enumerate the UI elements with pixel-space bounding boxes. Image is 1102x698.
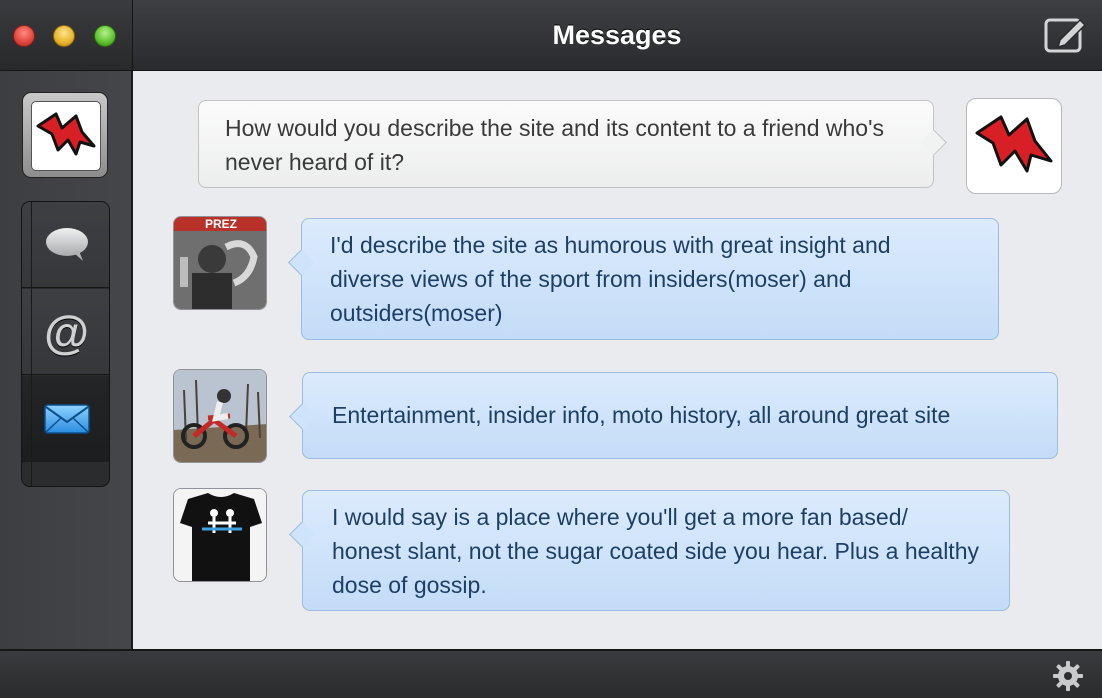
at-sign-icon: @ [44, 305, 89, 358]
avatar-photo: PREZ [174, 217, 266, 309]
bolt-logo-icon [975, 115, 1053, 173]
sidebar-item-mentions[interactable]: @ [22, 289, 109, 375]
message-list[interactable]: How would you describe the site and its … [133, 71, 1102, 649]
compose-icon[interactable] [1044, 16, 1088, 54]
account-button[interactable] [22, 92, 108, 178]
zoom-button[interactable] [94, 25, 116, 47]
gear-icon[interactable] [1052, 660, 1084, 692]
window-title: Messages [552, 20, 682, 50]
message-bubble[interactable]: I'd describe the site as humorous with g… [288, 218, 999, 340]
avatar-caption: PREZ [205, 217, 237, 231]
bottom-toolbar [0, 649, 1102, 698]
bubble-tail [289, 521, 316, 548]
message-text: I'd describe the site as humorous with g… [330, 232, 891, 326]
bubble-tail [289, 403, 316, 430]
message-text: Entertainment, insider info, moto histor… [332, 402, 951, 428]
message-text: I would say is a place where you'll get … [332, 504, 979, 598]
avatar-photo [174, 489, 266, 581]
message-text: How would you describe the site and its … [225, 115, 884, 175]
bolt-logo-icon [36, 112, 96, 156]
avatar[interactable]: PREZ [173, 216, 267, 310]
bubble-tail [920, 129, 947, 156]
sidebar-item-direct-messages[interactable] [22, 376, 109, 462]
account-avatar [31, 101, 101, 171]
bubble-tail [288, 249, 315, 276]
avatar[interactable] [173, 369, 267, 463]
title-bar: Messages [0, 0, 1102, 71]
avatar[interactable] [173, 488, 267, 582]
avatar-photo [174, 370, 266, 462]
messages-window: Messages @ How would you describe the si… [0, 0, 1102, 698]
window-controls [0, 0, 133, 70]
message-bubble[interactable]: How would you describe the site and its … [198, 100, 947, 188]
minimize-button[interactable] [53, 25, 75, 47]
sidebar: @ [0, 71, 133, 649]
message-bubble[interactable]: Entertainment, insider info, moto histor… [289, 372, 1058, 459]
avatar[interactable] [966, 98, 1062, 194]
sidebar-item-messages[interactable] [22, 202, 109, 288]
message-bubble[interactable]: I would say is a place where you'll get … [289, 490, 1010, 611]
close-button[interactable] [13, 25, 35, 47]
speech-bubble-icon [45, 227, 88, 261]
envelope-icon [43, 404, 90, 434]
sidebar-nav: @ [21, 201, 110, 487]
